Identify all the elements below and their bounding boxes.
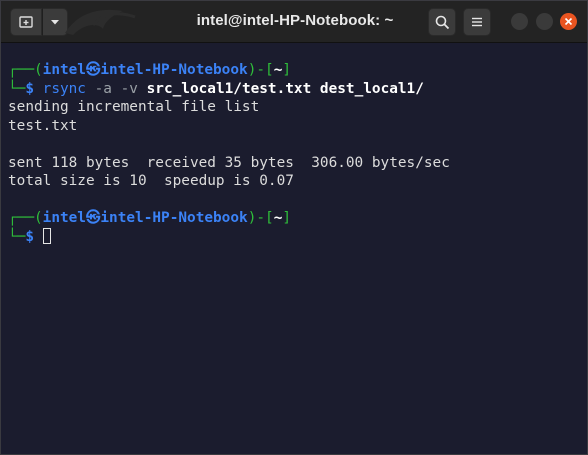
prompt-user: intel bbox=[42, 210, 86, 226]
close-button[interactable] bbox=[560, 13, 577, 30]
minimize-button[interactable] bbox=[511, 13, 528, 30]
menu-button[interactable] bbox=[463, 8, 491, 36]
prompt-host: intel-HP-Notebook bbox=[100, 210, 248, 226]
output-line: sending incremental file list bbox=[8, 99, 260, 115]
window-title: intel@intel-HP-Notebook: ~ bbox=[196, 12, 394, 29]
output-line: test.txt bbox=[8, 117, 78, 134]
command-name: rsync bbox=[42, 80, 86, 97]
prompt-host: intel-HP-Notebook bbox=[100, 62, 248, 78]
terminal-window: intel@intel-HP-Notebook: ~ ┌──(intel㉿int… bbox=[0, 0, 588, 455]
search-button[interactable] bbox=[428, 8, 456, 36]
prompt-line-top: ┌──(intel㉿intel-HP-Notebook)-[~] bbox=[8, 62, 292, 78]
skull-glyph-icon: ㉿ bbox=[85, 210, 101, 226]
terminal-output-area[interactable]: ┌──(intel㉿intel-HP-Notebook)-[~] └─$ rsy… bbox=[1, 43, 587, 454]
text-cursor bbox=[42, 227, 51, 244]
prompt-user: intel bbox=[42, 62, 86, 78]
hamburger-menu-icon bbox=[472, 17, 482, 27]
maximize-button[interactable] bbox=[536, 13, 553, 30]
search-icon bbox=[435, 15, 449, 29]
close-icon bbox=[564, 17, 573, 26]
prompt-line-input[interactable]: └─$ bbox=[8, 227, 582, 247]
prompt-line-top: ┌──(intel㉿intel-HP-Notebook)-[~] bbox=[8, 210, 292, 226]
command-args: src_local1/test.txt dest_local1/ bbox=[146, 80, 424, 97]
title-bar[interactable]: intel@intel-HP-Notebook: ~ bbox=[1, 1, 587, 43]
prompt-line-command: └─$ rsync -a -v src_local1/test.txt dest… bbox=[8, 80, 424, 97]
command-flags: -a -v bbox=[85, 80, 147, 97]
output-line: total size is 10 speedup is 0.07 bbox=[8, 173, 294, 189]
output-line: sent 118 bytes received 35 bytes 306.00 … bbox=[8, 154, 450, 171]
skull-glyph-icon: ㉿ bbox=[85, 62, 101, 78]
